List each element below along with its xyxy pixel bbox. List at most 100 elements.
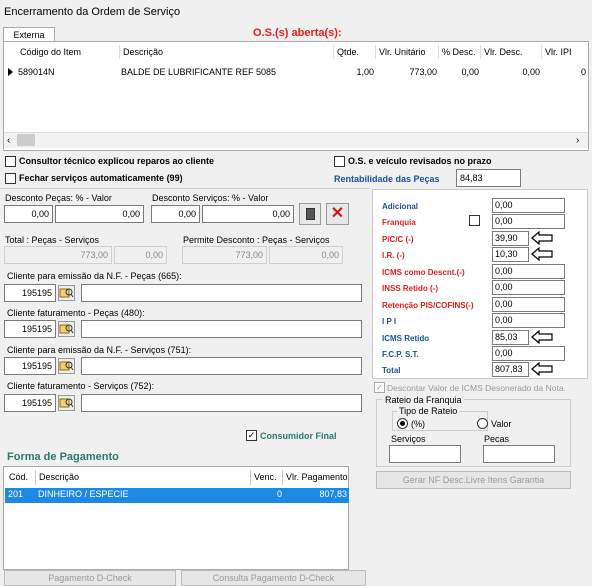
col-venc[interactable]: Venc.: [251, 470, 283, 485]
col-cod[interactable]: Cód.: [6, 470, 36, 485]
check-icon: ✓: [247, 430, 256, 440]
pay-cod: 201: [8, 489, 24, 499]
radio-dot: [400, 421, 405, 426]
adicional-label: Adicional: [382, 202, 419, 211]
consumidor-final-checkbox[interactable]: ✓: [246, 430, 257, 441]
desconto-servicos-pct-input[interactable]: 0,00: [151, 205, 200, 223]
cliente-nf-servicos-name[interactable]: [81, 357, 362, 375]
radio-valor-label: Valor: [491, 419, 512, 429]
cliente-fat-pecas-code[interactable]: 195195: [4, 320, 56, 338]
scroll-left-icon[interactable]: ‹: [7, 135, 10, 146]
cliente-nf-pecas-code[interactable]: 195195: [4, 284, 56, 302]
arrow-left-icon: [531, 247, 553, 261]
cliente-fat-servicos-code[interactable]: 195195: [4, 394, 56, 412]
retencao-field[interactable]: 0,00: [492, 297, 565, 312]
col-descricao[interactable]: Descrição: [120, 45, 334, 59]
calculator-button[interactable]: [299, 203, 321, 225]
total-field[interactable]: 807,83: [492, 362, 529, 377]
cliente-fat-servicos-name[interactable]: [81, 394, 362, 412]
inss-field[interactable]: 0,00: [492, 280, 565, 295]
cliente-fat-pecas-name[interactable]: [81, 320, 362, 338]
check-icon: ✓: [376, 383, 383, 392]
rateio-servicos-input[interactable]: [389, 445, 461, 463]
pcc-field[interactable]: 39,90: [492, 231, 529, 246]
ipi-field[interactable]: 0,00: [492, 313, 565, 328]
desconto-servicos-label: Desconto Serviços: % - Valor: [152, 193, 269, 203]
permite-servicos-field: 0,00: [269, 246, 343, 264]
servicos-label: Serviços: [391, 434, 426, 444]
cliente-nf-pecas-name[interactable]: [81, 284, 362, 302]
horizontal-scrollbar[interactable]: [4, 132, 588, 148]
gerar-nf-button[interactable]: Gerar NF Desc.Livre Itens Garantia: [376, 471, 571, 489]
search-client-icon[interactable]: [58, 285, 75, 301]
row-qtde[interactable]: 1,00: [334, 66, 374, 79]
franquia-checkbox[interactable]: [469, 215, 480, 226]
arrow-left-icon: [531, 362, 553, 376]
permite-label: Permite Desconto : Peças - Serviços: [183, 235, 330, 245]
cliente-nf-servicos-code[interactable]: 195195: [4, 357, 56, 375]
pagamento-dcheck-label: Pagamento D-Check: [48, 573, 132, 583]
consumidor-final-label: Consumidor Final: [260, 431, 337, 441]
consultor-checkbox[interactable]: [5, 156, 16, 167]
gerar-nf-label: Gerar NF Desc.Livre Itens Garantia: [402, 475, 545, 485]
total-label: Total : Peças - Serviços: [5, 235, 100, 245]
row-vlr-desc[interactable]: 0,00: [481, 66, 540, 79]
row-codigo[interactable]: 589014N: [18, 66, 118, 79]
table-row[interactable]: 201 DINHEIRO / ESPECIE 0 807,83: [5, 488, 349, 503]
row-desc-pct[interactable]: 0,00: [439, 66, 479, 79]
ir-field[interactable]: 10,30: [492, 247, 529, 262]
cliente-fat-servicos-label: Cliente faturamento - Serviços (752):: [7, 381, 155, 391]
search-client-icon[interactable]: [58, 321, 75, 337]
os-revisados-checkbox[interactable]: [334, 156, 345, 167]
icms-retido-field[interactable]: 85,03: [492, 330, 529, 345]
desconto-servicos-valor-input[interactable]: 0,00: [202, 205, 294, 223]
col-descricao[interactable]: Descrição: [36, 470, 251, 485]
adicional-field[interactable]: 0,00: [492, 198, 565, 213]
descontar-icms-checkbox[interactable]: ✓: [374, 382, 385, 393]
col-qtde[interactable]: Qtde.: [334, 45, 376, 59]
desconto-pecas-label: Desconto Peças: % - Valor: [5, 193, 112, 203]
row-vlr-ipi[interactable]: 0: [542, 66, 586, 79]
col-codigo[interactable]: Código do Item: [17, 45, 120, 59]
col-vlr-desc[interactable]: Vlr. Desc.: [481, 45, 542, 59]
rateio-title: Rateio da Franquia: [383, 395, 464, 405]
col-vlr-unitario[interactable]: Vlr. Unitário: [376, 45, 439, 59]
icms-descnt-label: ICMS como Descnt.(-): [382, 268, 465, 277]
row-vlr-unitario[interactable]: 773,00: [376, 66, 437, 79]
rentabilidade-field[interactable]: 84,83: [456, 169, 521, 187]
ir-label: I.R. (-): [382, 251, 405, 260]
scrollbar-thumb[interactable]: [17, 134, 35, 146]
row-descricao[interactable]: BALDE DE LUBRIFICANTE REF 5085: [121, 66, 331, 79]
permite-pecas-field: 773,00: [182, 246, 267, 264]
scroll-right-icon[interactable]: ›: [576, 135, 579, 146]
franquia-field[interactable]: 0,00: [492, 214, 565, 229]
fechar-checkbox[interactable]: [5, 173, 16, 184]
franquia-label: Franquia: [382, 218, 416, 227]
total-label: Total: [382, 366, 401, 375]
radio-valor[interactable]: [477, 418, 488, 429]
cliente-nf-pecas-label: Cliente para emissão da N.F. - Peças (66…: [7, 271, 182, 281]
row-indicator-icon: [8, 68, 13, 76]
rateio-pecas-input[interactable]: [483, 445, 555, 463]
consultor-label: Consultor técnico explicou reparos ao cl…: [19, 156, 215, 166]
pecas-label: Pecas: [484, 434, 510, 444]
search-client-icon[interactable]: [58, 358, 75, 374]
tipo-rateio-label: Tipo de Rateio: [397, 406, 460, 416]
total-servicos-field: 0,00: [114, 246, 167, 264]
tab-externa[interactable]: Externa: [3, 27, 55, 42]
arrow-left-icon: [531, 330, 553, 344]
divider: [0, 188, 370, 189]
icms-descnt-field[interactable]: 0,00: [492, 264, 565, 279]
arrow-left-icon: [531, 231, 553, 245]
col-vlr-ipi[interactable]: Vlr. IPI: [542, 45, 588, 59]
desconto-pecas-valor-input[interactable]: 0,00: [55, 205, 144, 223]
desconto-pecas-pct-input[interactable]: 0,00: [4, 205, 53, 223]
fcp-field[interactable]: 0,00: [492, 346, 565, 361]
pagamento-table[interactable]: Cód. Descrição Venc. Vlr. Pagamento 201 …: [3, 466, 349, 570]
radio-pct[interactable]: [397, 418, 408, 429]
total-pecas-field: 773,00: [4, 246, 112, 264]
col-desc-pct[interactable]: % Desc.: [439, 45, 481, 59]
col-vlr-pagamento[interactable]: Vlr. Pagamento: [283, 470, 349, 485]
search-client-icon[interactable]: [58, 395, 75, 411]
cancel-button[interactable]: ✕: [326, 203, 349, 225]
